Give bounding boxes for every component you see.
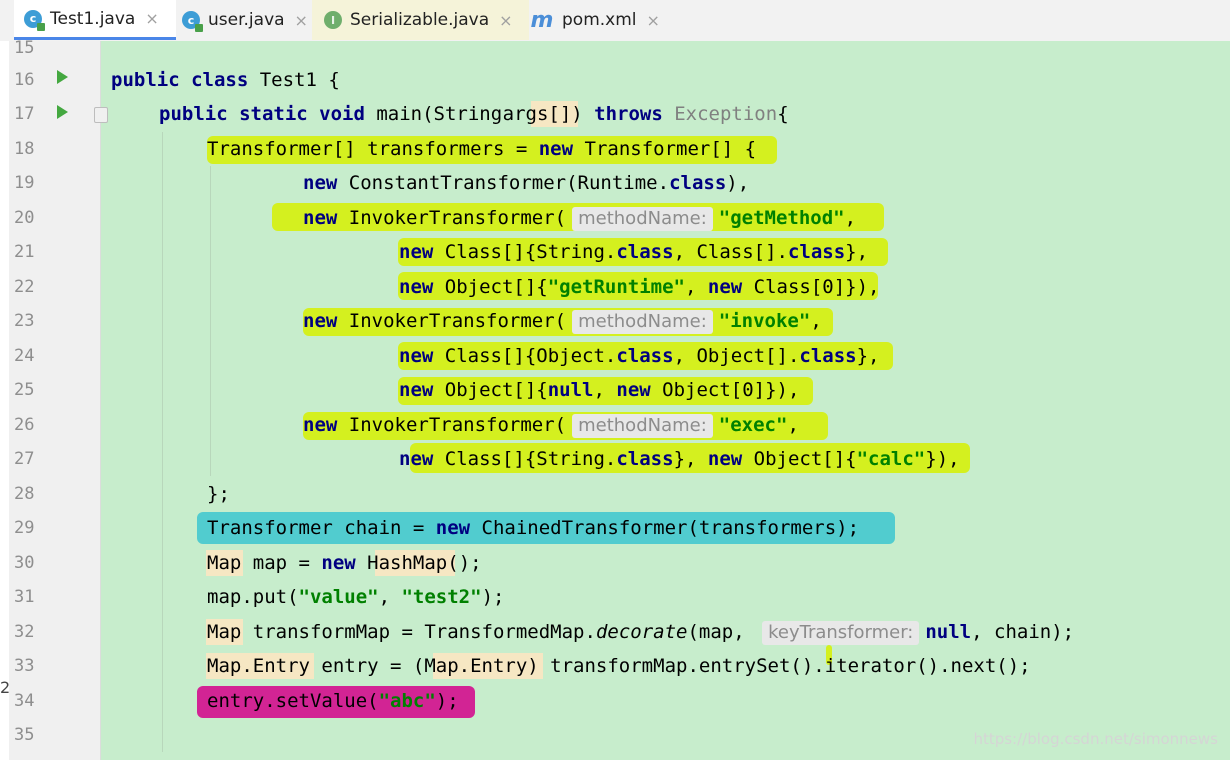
line-number: 18 bbox=[14, 139, 35, 159]
fold-icon[interactable] bbox=[94, 107, 108, 123]
line-number: 21 bbox=[14, 242, 35, 262]
line-number: 23 bbox=[14, 311, 35, 331]
line-number: 19 bbox=[14, 173, 35, 193]
tab-serializable-java[interactable]: I Serializable.java × bbox=[312, 0, 529, 40]
parameter-hint: methodName: bbox=[572, 414, 713, 438]
code-line-23: new InvokerTransformer(methodName: "invok… bbox=[303, 310, 822, 334]
editor-tab-bar: c Test1.java × c user.java × I Serializa… bbox=[0, 0, 1230, 42]
close-icon[interactable]: × bbox=[295, 11, 308, 30]
code-line-34: entry.setValue("abc"); bbox=[207, 690, 459, 712]
interface-icon: I bbox=[324, 11, 342, 29]
tab-pom-xml[interactable]: m pom.xml × bbox=[526, 0, 670, 40]
line-number: 15 bbox=[14, 38, 35, 58]
side-strip bbox=[0, 41, 9, 760]
code-line-19: new ConstantTransformer(Runtime.class), bbox=[303, 172, 750, 194]
line-number: 31 bbox=[14, 587, 35, 607]
parameter-hint: methodName: bbox=[572, 310, 713, 334]
tab-label: pom.xml bbox=[562, 10, 637, 30]
code-line-30: Map map = new HashMap(); bbox=[207, 552, 482, 574]
line-number: 35 bbox=[14, 725, 35, 745]
line-number: 29 bbox=[14, 518, 35, 538]
line-number: 22 bbox=[14, 277, 35, 297]
code-line-27: new Class[]{String.class}, new Object[]{… bbox=[399, 448, 960, 470]
code-line-28: }; bbox=[207, 483, 230, 505]
line-number: 16 bbox=[14, 70, 35, 90]
line-number: 32 bbox=[14, 622, 35, 642]
run-main-icon[interactable] bbox=[57, 105, 68, 119]
line-number: 26 bbox=[14, 415, 35, 435]
parameter-hint: methodName: bbox=[572, 207, 713, 231]
line-number: 28 bbox=[14, 484, 35, 504]
tab-label: user.java bbox=[208, 10, 285, 30]
watermark: https://blog.csdn.net/simonnews bbox=[973, 730, 1218, 748]
line-number: 30 bbox=[14, 553, 35, 573]
code-line-17: public static void main(String args[]) t… bbox=[159, 103, 789, 125]
java-class-icon: c bbox=[24, 9, 45, 31]
line-number: 20 bbox=[14, 208, 35, 228]
line-number: 33 bbox=[14, 656, 35, 676]
close-icon[interactable]: × bbox=[499, 11, 512, 30]
code-line-16: public class Test1 { bbox=[111, 69, 340, 91]
maven-icon: m bbox=[530, 7, 554, 33]
code-line-21: new Class[]{String.class, Class[].class}… bbox=[399, 241, 869, 263]
close-icon[interactable]: × bbox=[145, 9, 158, 28]
tab-test1-java[interactable]: c Test1.java × bbox=[14, 0, 176, 40]
line-number: 24 bbox=[14, 346, 35, 366]
code-line-32: Map transformMap = TransformedMap.decora… bbox=[207, 621, 1075, 645]
line-number: 27 bbox=[14, 449, 35, 469]
code-line-29: Transformer chain = new ChainedTransform… bbox=[207, 517, 860, 539]
code-line-33: Map.Entry entry = (Map.Entry) transformM… bbox=[207, 655, 1031, 677]
run-class-icon[interactable] bbox=[57, 70, 68, 84]
line-number: 25 bbox=[14, 380, 35, 400]
code-line-26: new InvokerTransformer(methodName: "exec"… bbox=[303, 414, 799, 438]
close-icon[interactable]: × bbox=[647, 11, 660, 30]
line-number: 34 bbox=[14, 691, 35, 711]
code-line-24: new Class[]{Object.class, Object[].class… bbox=[399, 345, 880, 367]
parameter-hint: keyTransformer: bbox=[762, 621, 920, 645]
code-line-18: Transformer[] transformers = new Transfo… bbox=[207, 138, 757, 160]
code-line-25: new Object[]{null, new Object[0]}), bbox=[399, 379, 800, 401]
code-line-20: new InvokerTransformer(methodName: "getMe… bbox=[303, 207, 857, 231]
clipped-fragment: 2 bbox=[0, 678, 11, 697]
tab-label: Serializable.java bbox=[350, 10, 490, 30]
line-number: 17 bbox=[14, 104, 35, 124]
code-line-31: map.put("value", "test2"); bbox=[207, 586, 505, 608]
tab-user-java[interactable]: c user.java × bbox=[176, 0, 317, 40]
code-line-22: new Object[]{"getRuntime", new Class[0]}… bbox=[399, 276, 880, 298]
java-class-icon: c bbox=[182, 11, 203, 32]
tab-label: Test1.java bbox=[50, 8, 136, 29]
